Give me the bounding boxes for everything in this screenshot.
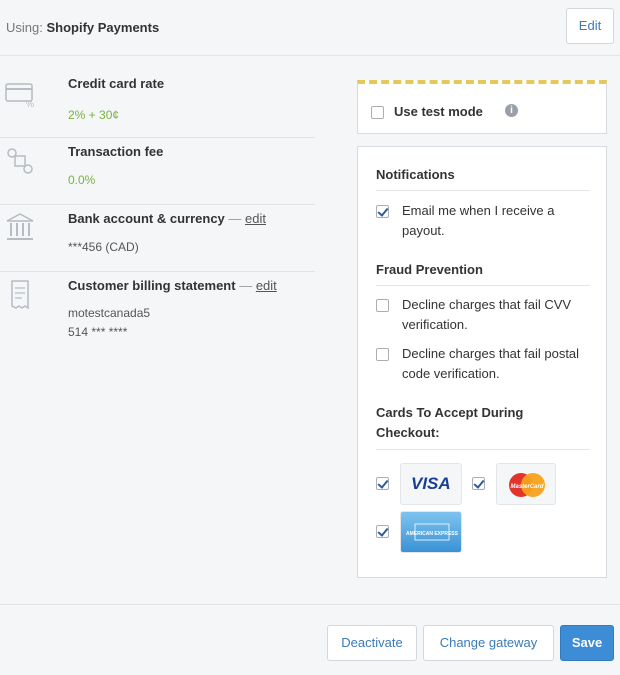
visa-logo-text: VISA: [411, 474, 451, 493]
mastercard-logo: MasterCard: [496, 463, 556, 505]
mastercard-circles-icon: MasterCard: [509, 473, 545, 497]
using-prefix: Using:: [6, 20, 43, 35]
amex-checkbox[interactable]: [376, 525, 389, 538]
info-icon[interactable]: i: [505, 104, 518, 117]
separator-dash: —: [239, 278, 253, 293]
transaction-chain-icon: [7, 148, 33, 174]
visa-checkbox[interactable]: [376, 477, 389, 490]
mastercard-checkbox[interactable]: [472, 477, 485, 490]
footer-actions: Deactivate Change gateway Save: [0, 604, 620, 675]
row-title: Bank account & currency — edit: [68, 211, 266, 226]
test-mode-label[interactable]: Use test mode: [394, 104, 483, 119]
test-mode-panel: Use test mode i: [357, 80, 607, 134]
header: Using: Shopify Payments Edit: [0, 0, 620, 56]
bank-edit-link[interactable]: edit: [245, 211, 266, 226]
gateway-using-text: Using: Shopify Payments: [6, 20, 159, 35]
billing-edit-link[interactable]: edit: [256, 278, 277, 293]
row-value: motestcanada5: [68, 306, 151, 320]
email-payout-label[interactable]: Email me when I receive a payout.: [402, 201, 592, 241]
separator-dash: —: [228, 211, 242, 226]
cvv-checkbox[interactable]: [376, 299, 389, 312]
postal-checkbox[interactable]: [376, 348, 389, 361]
row-value: 0.0%: [68, 173, 96, 187]
list-item-bank-account: Bank account & currency — edit ***456 (C…: [0, 205, 315, 272]
notifications-heading: Notifications: [376, 165, 590, 191]
amex-logo-art: AMERICAN EXPRESS: [406, 523, 459, 541]
save-button[interactable]: Save: [560, 625, 614, 661]
gateway-name: Shopify Payments: [46, 20, 160, 35]
change-gateway-button[interactable]: Change gateway: [423, 625, 554, 661]
deactivate-button[interactable]: Deactivate: [327, 625, 417, 661]
fraud-prevention-heading: Fraud Prevention: [376, 260, 590, 286]
receipt-icon: [11, 280, 29, 310]
amex-logo: AMERICAN EXPRESS: [400, 511, 462, 553]
bank-icon: [6, 213, 34, 240]
row-title: Transaction fee: [68, 144, 164, 159]
settings-panel: Notifications Email me when I receive a …: [357, 146, 607, 578]
cvv-label[interactable]: Decline charges that fail CVV verificati…: [402, 295, 592, 335]
svg-text:%: %: [26, 99, 34, 109]
row-title: Customer billing statement — edit: [68, 278, 277, 293]
mastercard-logo-text: MasterCard: [510, 484, 543, 490]
row-value: 2% + 30¢: [68, 108, 120, 122]
edit-button[interactable]: Edit: [566, 8, 614, 44]
postal-label[interactable]: Decline charges that fail postal code ve…: [402, 344, 592, 384]
row-value-phone: 514 *** ****: [68, 325, 128, 339]
amex-logo-text: AMERICAN EXPRESS: [406, 531, 459, 537]
email-payout-checkbox[interactable]: [376, 205, 389, 218]
row-value: ***456 (CAD): [68, 240, 139, 254]
list-item-transaction-fee: Transaction fee 0.0%: [0, 138, 315, 205]
row-title-text: Bank account & currency: [68, 211, 225, 226]
row-title: Credit card rate: [68, 76, 165, 91]
list-item-credit-card-rate: % Credit card rate 2% + 30¢: [0, 70, 315, 138]
visa-logo: VISA: [400, 463, 462, 505]
list-item-billing-statement: Customer billing statement — edit motest…: [0, 272, 315, 352]
cards-heading: Cards To Accept During Checkout:: [376, 403, 590, 450]
credit-card-icon: %: [5, 83, 34, 109]
row-title-text: Customer billing statement: [68, 278, 236, 293]
test-mode-checkbox[interactable]: [371, 106, 384, 119]
